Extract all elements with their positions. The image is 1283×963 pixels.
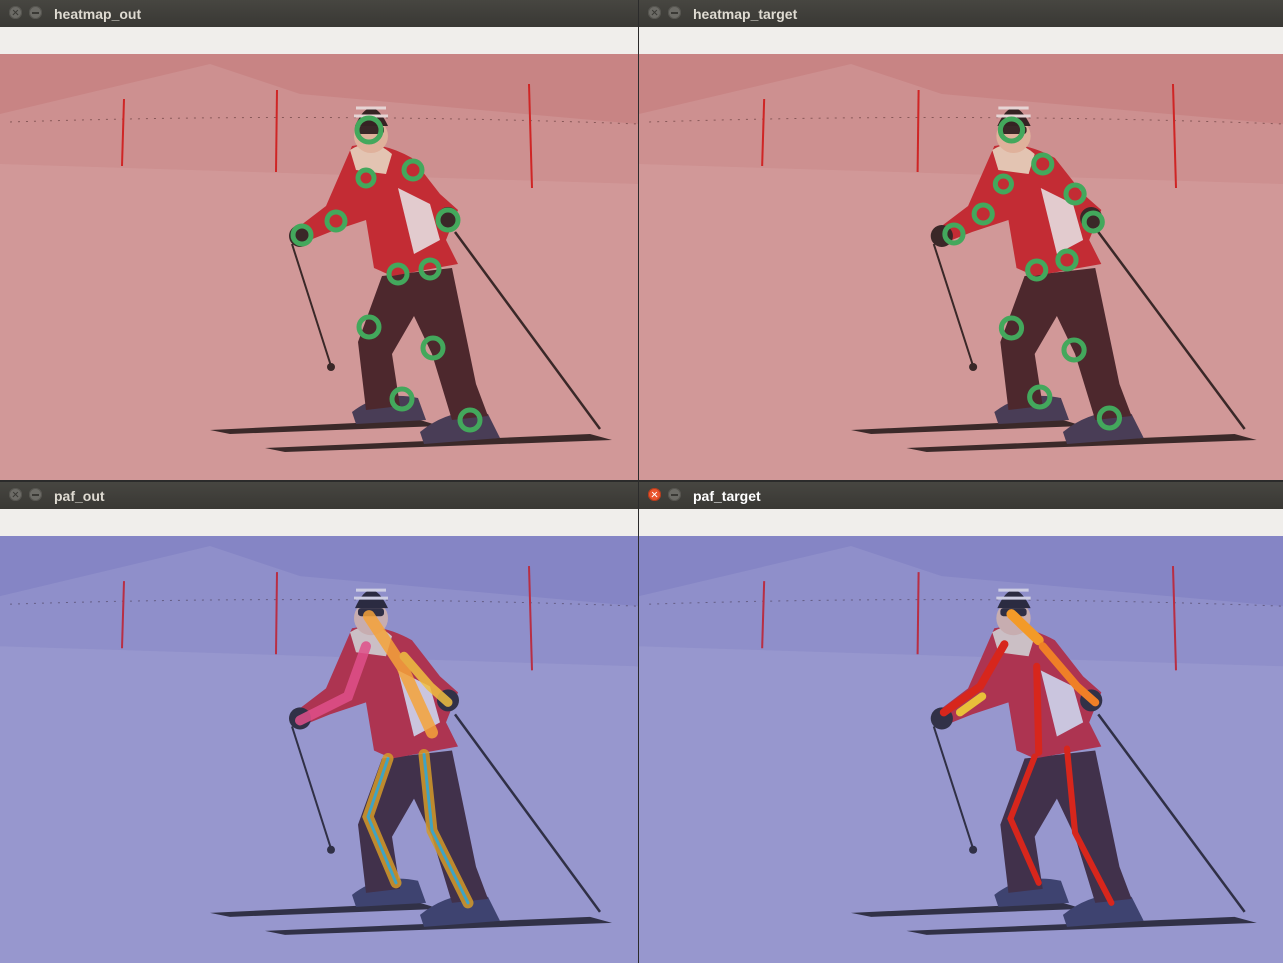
minimize-icon[interactable] [29, 488, 42, 501]
window-title: heatmap_target [693, 6, 798, 22]
close-icon[interactable] [648, 6, 661, 19]
title-bar[interactable]: paf_out [0, 482, 638, 509]
title-bar[interactable]: heatmap_target [639, 0, 1283, 27]
title-bar[interactable]: paf_target [639, 482, 1283, 509]
window-paf-out[interactable]: paf_out [0, 482, 638, 963]
window-heatmap-out[interactable]: heatmap_out [0, 0, 638, 480]
minimize-icon[interactable] [668, 488, 681, 501]
heatmap-image [0, 54, 638, 480]
paf-image [0, 536, 638, 963]
minimize-icon[interactable] [668, 6, 681, 19]
minimize-icon[interactable] [29, 6, 42, 19]
paf-image [639, 536, 1283, 963]
window-title: paf_out [54, 488, 105, 504]
close-icon[interactable] [9, 6, 22, 19]
window-heatmap-target[interactable]: heatmap_target [639, 0, 1283, 480]
window-title: heatmap_out [54, 6, 142, 22]
close-icon[interactable] [9, 488, 22, 501]
heatmap-image [639, 54, 1283, 480]
window-paf-target[interactable]: paf_target [639, 482, 1283, 963]
title-bar[interactable]: heatmap_out [0, 0, 638, 27]
window-title: paf_target [693, 488, 761, 504]
close-icon[interactable] [648, 488, 661, 501]
